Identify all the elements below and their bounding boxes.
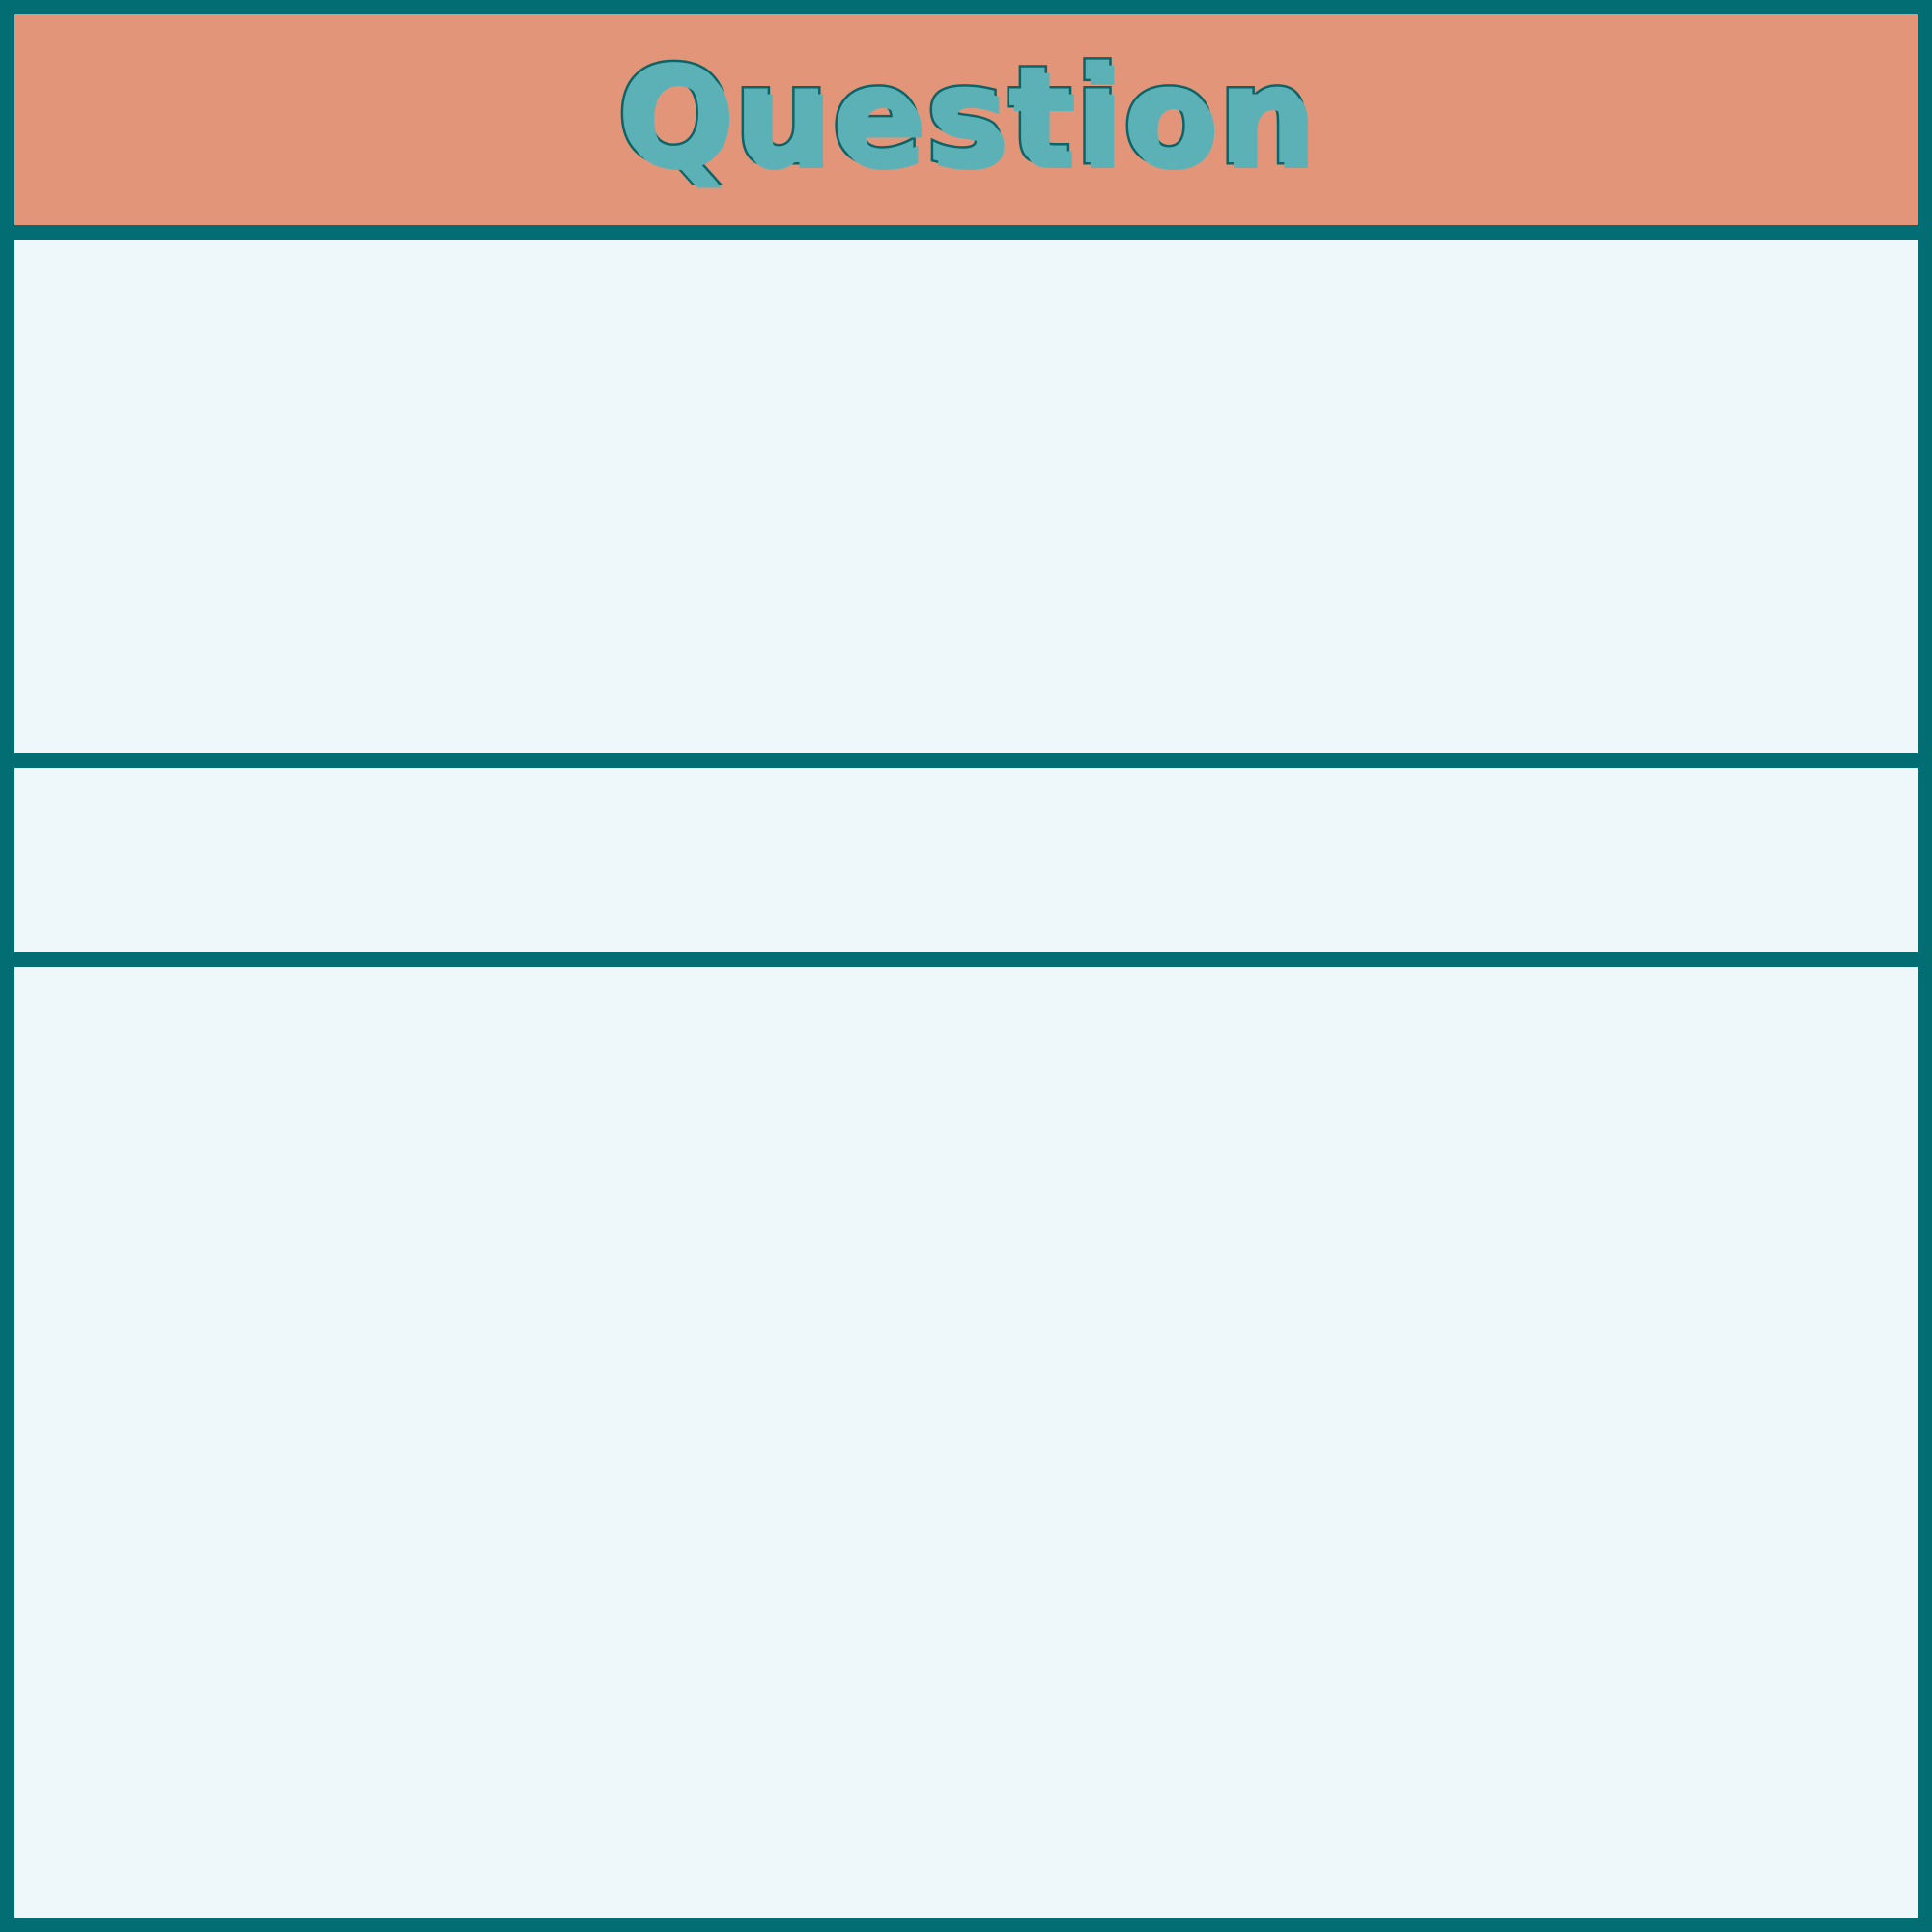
answer-area (14, 967, 1918, 1918)
question-card: Question (0, 0, 1932, 1932)
card-header: Question (14, 14, 1918, 240)
middle-area (14, 768, 1918, 967)
card-title: Question (614, 38, 1317, 195)
question-area (14, 240, 1918, 768)
